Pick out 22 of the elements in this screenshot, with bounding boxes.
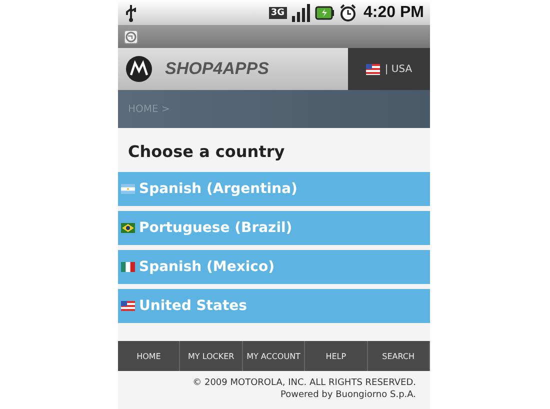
signal-icon — [290, 4, 311, 22]
footer-text: © 2009 MOTOROLA, INC. ALL RIGHTS RESERVED. — [192, 377, 416, 389]
nav-link[interactable]: MY ACCOUNT — [242, 341, 306, 371]
alarm-clock-icon — [338, 4, 357, 22]
nav-link[interactable]: SEARCH — [368, 341, 430, 371]
flag-icon — [121, 301, 135, 311]
nav-link[interactable]: HOME — [118, 341, 180, 371]
footer-text: Powered by Buongiorno S.p.A. — [280, 389, 416, 401]
flag-icon — [366, 64, 380, 74]
usb-icon — [124, 4, 138, 22]
nav-link[interactable]: MY LOCKER — [180, 341, 243, 371]
clock-time: 4:20 PM — [364, 4, 424, 22]
network-type-icon: 3G — [268, 6, 287, 18]
flag-icon — [121, 184, 135, 194]
page-heading: Choose a country — [127, 141, 286, 163]
flag-icon — [121, 223, 135, 233]
country-selector[interactable]: | USA — [348, 48, 430, 90]
nav-link[interactable]: HELP — [305, 341, 368, 371]
battery-icon — [314, 6, 335, 20]
logo-icon[interactable] — [125, 55, 153, 83]
brand-name: SHOP4APPS — [165, 59, 269, 79]
flag-icon — [121, 262, 135, 272]
